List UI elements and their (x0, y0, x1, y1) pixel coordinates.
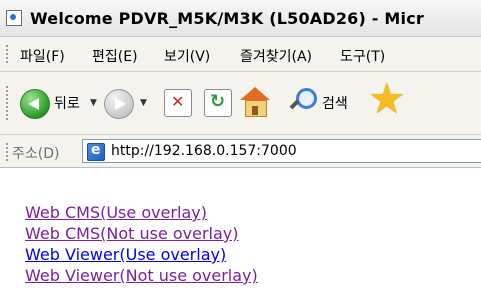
page-content: Web CMS(Use overlay) Web CMS(Not use ove… (0, 168, 481, 307)
link-web-viewer-no-overlay[interactable]: Web Viewer(Not use overlay) (25, 266, 258, 285)
back-button-label[interactable]: 뒤로 (54, 93, 80, 113)
forward-dropdown-icon[interactable]: ▼ (140, 98, 147, 108)
menu-bar: 파일(F) 편집(E) 보기(V) 즐겨찾기(A) 도구(T) (0, 37, 481, 72)
home-roof (240, 87, 270, 100)
link-web-cms-overlay[interactable]: Web CMS(Use overlay) (25, 203, 207, 222)
favorites-icon[interactable]: ★ (368, 78, 406, 120)
home-door (252, 106, 258, 115)
window-title: Welcome PDVR_M5K/M3K (L50AD26) - Micr (30, 9, 424, 28)
page-icon (87, 142, 105, 161)
address-bar: 주소(D) http://192.168.0.157:7000 (0, 135, 481, 168)
menu-favorites[interactable]: 즐겨찾기(A) (240, 46, 312, 66)
home-icon[interactable] (240, 87, 270, 117)
address-bar-grip-icon[interactable] (6, 143, 8, 161)
menu-file[interactable]: 파일(F) (20, 46, 65, 66)
menu-tools[interactable]: 도구(T) (340, 46, 385, 66)
link-web-cms-no-overlay[interactable]: Web CMS(Not use overlay) (25, 224, 239, 243)
menu-edit[interactable]: 편집(E) (92, 46, 138, 66)
address-input[interactable]: http://192.168.0.157:7000 (82, 139, 481, 163)
back-dropdown-icon[interactable]: ▼ (90, 98, 97, 108)
address-label: 주소(D) (12, 146, 60, 162)
browser-icon (6, 10, 22, 26)
link-web-viewer-overlay[interactable]: Web Viewer(Use overlay) (25, 245, 226, 264)
forward-icon[interactable] (104, 89, 134, 119)
stop-icon[interactable] (164, 89, 192, 117)
toolbar: 뒤로 ▼ ▼ 검색 ★ (0, 72, 481, 135)
title-bar: Welcome PDVR_M5K/M3K (L50AD26) - Micr (0, 0, 481, 37)
toolbar-grip-icon[interactable] (6, 86, 8, 120)
search-lens (296, 88, 317, 109)
menu-view[interactable]: 보기(V) (164, 46, 210, 66)
address-url[interactable]: http://192.168.0.157:7000 (111, 143, 297, 159)
refresh-icon[interactable] (204, 89, 232, 117)
back-icon[interactable] (20, 89, 50, 119)
search-icon[interactable] (289, 88, 317, 114)
menu-bar-grip-icon[interactable] (6, 45, 8, 63)
search-button-label[interactable]: 검색 (322, 93, 348, 113)
